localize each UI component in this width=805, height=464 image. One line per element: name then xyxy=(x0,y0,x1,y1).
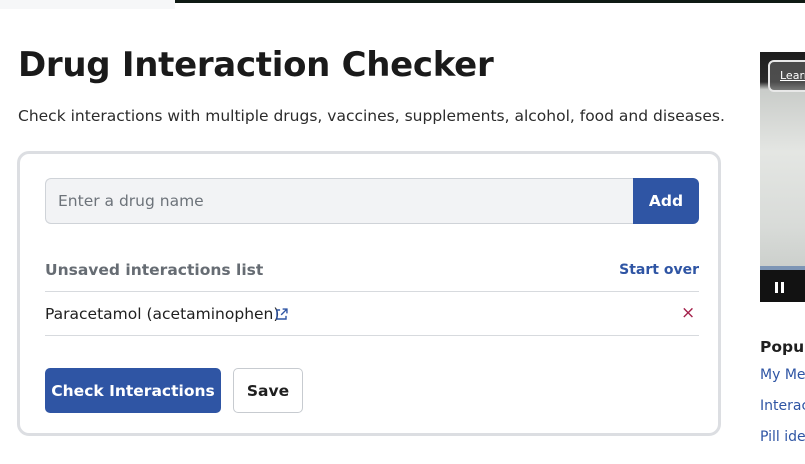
popular-link-my-med[interactable]: My Me xyxy=(760,367,805,383)
list-divider-bottom xyxy=(45,335,699,336)
remove-icon[interactable]: × xyxy=(681,303,695,323)
popular-heading: Popula xyxy=(760,338,805,356)
video-ad[interactable]: Learn xyxy=(760,52,805,302)
ad-learn-button[interactable]: Learn xyxy=(768,60,805,92)
drug-item-name[interactable]: Paracetamol (acetaminophen) xyxy=(45,305,279,323)
page-title: Drug Interaction Checker xyxy=(18,45,494,85)
start-over-link[interactable]: Start over xyxy=(619,262,699,278)
unsaved-list-heading: Unsaved interactions list xyxy=(45,261,264,279)
page-subtitle: Check interactions with multiple drugs, … xyxy=(18,107,725,125)
check-interactions-button[interactable]: Check Interactions xyxy=(45,368,221,413)
banner-dark-edge xyxy=(175,0,805,3)
drug-name-input[interactable] xyxy=(45,178,634,224)
banner-left xyxy=(0,0,175,9)
popular-link-pill-identifier[interactable]: Pill ider xyxy=(760,429,805,445)
external-link-icon[interactable] xyxy=(274,307,289,322)
popular-link-interactions[interactable]: Interac xyxy=(760,398,805,414)
top-banner-strip xyxy=(0,0,805,9)
save-button[interactable]: Save xyxy=(233,368,303,413)
pause-icon[interactable] xyxy=(775,282,785,293)
list-divider-top xyxy=(45,291,699,292)
add-button[interactable]: Add xyxy=(633,178,699,224)
